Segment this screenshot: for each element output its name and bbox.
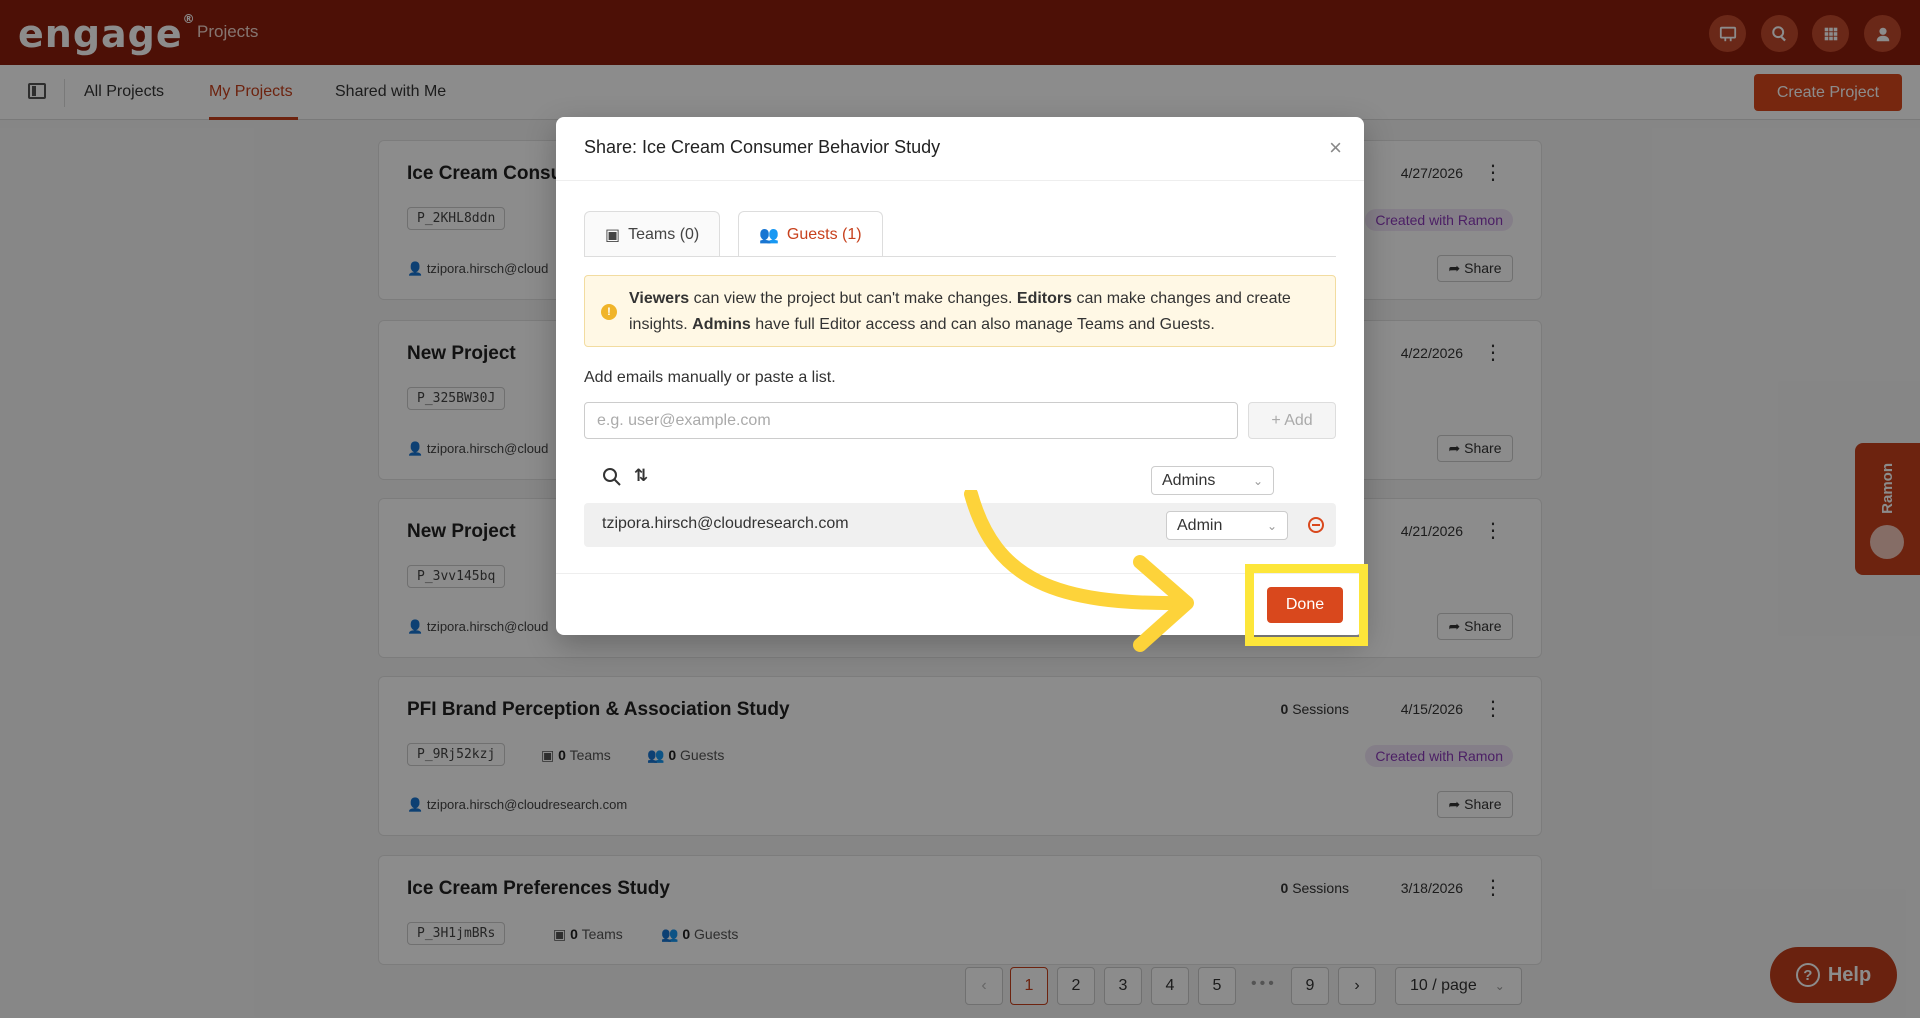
done-highlight-box bbox=[1245, 564, 1368, 646]
chevron-down-icon: ⌄ bbox=[1252, 473, 1263, 488]
role-info-box: ! Viewers can view the project but can't… bbox=[584, 275, 1336, 347]
tab-guests[interactable]: 👥 Guests (1) bbox=[738, 211, 883, 257]
modal-title: Share: Ice Cream Consumer Behavior Study bbox=[584, 137, 941, 157]
search-icon[interactable] bbox=[602, 467, 622, 492]
teams-icon: ▣ bbox=[605, 226, 621, 244]
close-icon[interactable]: × bbox=[1329, 135, 1342, 161]
modal-divider bbox=[556, 180, 1364, 181]
sort-icon[interactable]: ⇅ bbox=[634, 466, 648, 486]
chevron-down-icon: ⌄ bbox=[1266, 518, 1277, 533]
tab-teams[interactable]: ▣ Teams (0) bbox=[584, 211, 721, 257]
guests-icon: 👥 bbox=[759, 226, 779, 244]
add-email-button[interactable]: + Add bbox=[1248, 402, 1336, 439]
pointer-arrow-icon bbox=[964, 490, 1194, 652]
warning-icon: ! bbox=[601, 304, 617, 320]
remove-guest-icon[interactable] bbox=[1308, 517, 1324, 533]
email-input[interactable] bbox=[584, 402, 1238, 439]
guest-email: tzipora.hirsch@cloudresearch.com bbox=[602, 515, 849, 532]
tabs-baseline bbox=[584, 256, 1336, 257]
add-emails-label: Add emails manually or paste a list. bbox=[584, 369, 836, 386]
